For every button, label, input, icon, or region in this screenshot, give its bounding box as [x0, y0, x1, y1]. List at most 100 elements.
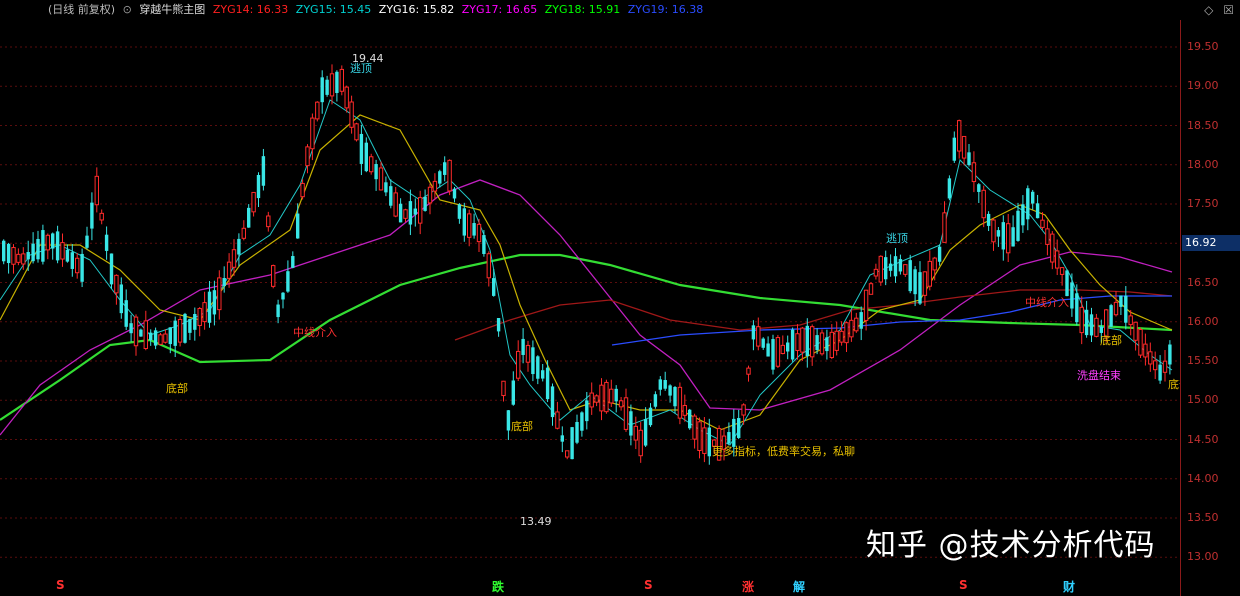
low-label: 13.49 [520, 515, 552, 528]
candle-body [629, 411, 633, 436]
candle-body [65, 249, 70, 262]
indicator-title[interactable]: 穿越牛熊主图 [139, 3, 205, 16]
candle-body [604, 381, 609, 413]
candle-body [565, 450, 570, 458]
candle-body [829, 331, 834, 358]
candle-body [815, 335, 819, 351]
candle-body [237, 238, 241, 255]
current-price-badge: 16.92 [1182, 235, 1240, 251]
diamond-icon[interactable]: ◇ [1204, 3, 1213, 17]
candle-body [927, 260, 932, 287]
candle-body [633, 425, 638, 441]
candle-body [761, 338, 765, 348]
bottom-label: 底部 [511, 419, 533, 433]
candle-body [207, 291, 212, 323]
candle-body [810, 326, 815, 358]
candle-body [786, 342, 790, 352]
candle-body [521, 338, 525, 355]
candle-body [727, 432, 731, 444]
candle-body [751, 325, 756, 340]
candle-body [413, 208, 417, 215]
candle-body [462, 208, 466, 236]
candle-body [1109, 305, 1113, 327]
candle-body [942, 212, 947, 243]
signal-marker: 涨 [742, 580, 755, 594]
candle-body [1099, 326, 1103, 333]
candle-body [423, 196, 427, 211]
candle-body [1031, 191, 1035, 204]
candle-body [844, 322, 849, 344]
candle-body [1021, 204, 1025, 226]
candle-body [800, 327, 805, 353]
candle-body [501, 380, 506, 397]
candle-body [188, 318, 192, 333]
candle-body [506, 410, 511, 431]
candle-body [825, 337, 829, 352]
candle-body [732, 418, 736, 447]
candle-body [11, 247, 16, 265]
candle-body [986, 213, 991, 226]
candle-body [335, 71, 339, 94]
price-tick-label: 17.50 [1187, 197, 1219, 210]
candle-body [677, 386, 683, 419]
candle-body [1070, 282, 1074, 309]
candle-body [888, 263, 893, 271]
candle-body [618, 400, 624, 408]
zyg19-readout: ZYG19: 16.38 [627, 3, 704, 16]
candle-body [1035, 203, 1040, 219]
price-tick-label: 14.00 [1187, 471, 1219, 485]
candle-body [668, 385, 672, 396]
candle-body [364, 142, 368, 172]
candle-body [104, 234, 109, 251]
candle-body [60, 242, 65, 260]
candle-body [418, 197, 423, 224]
candle-body [1128, 315, 1133, 326]
candle-body [26, 252, 30, 260]
signal-marker: S [56, 578, 65, 592]
candle-body [898, 259, 903, 272]
candle-body [55, 231, 60, 261]
candle-body [271, 265, 276, 287]
candle-body [281, 292, 285, 300]
indicator-dropdown-icon[interactable]: ⊙ [123, 3, 132, 16]
candle-body [688, 409, 692, 429]
candle-body [737, 418, 741, 438]
candle-body [682, 405, 687, 416]
candle-body [403, 209, 408, 219]
price-axis: 19.5019.0018.5018.0017.5017.0016.5016.00… [1180, 20, 1240, 596]
candle-body [1158, 364, 1162, 381]
close-icon[interactable]: ☒ [1223, 3, 1234, 17]
zyg17-readout: ZYG17: 16.65 [461, 3, 538, 16]
candle-body [741, 404, 746, 416]
candle-body [168, 327, 172, 345]
candle-body [585, 400, 589, 422]
candle-body [6, 243, 11, 264]
candle-body [408, 201, 413, 225]
candle-body [339, 68, 345, 92]
candle-body [1001, 222, 1005, 250]
candle-body [1119, 295, 1123, 307]
candle-body [452, 188, 457, 199]
candle-body [839, 330, 844, 343]
candle-body [771, 339, 775, 370]
candle-body [1094, 317, 1099, 337]
candle-body [1079, 306, 1084, 334]
candle-body [555, 411, 560, 429]
candle-body [90, 202, 94, 229]
signal-marker: 解 [793, 580, 806, 594]
candle-body [133, 316, 139, 347]
candle-body [398, 203, 403, 223]
candle-body [1148, 351, 1153, 365]
candle-body [545, 367, 550, 400]
candlestick-chart[interactable]: 19.44 13.49 逃顶 逃顶 底部 底部 底部 底部 中线介入 中线介入 … [0, 20, 1180, 570]
candle-body [45, 234, 50, 251]
candle-body [261, 156, 266, 186]
candle-body [472, 223, 476, 236]
signal-marker: S [644, 578, 653, 592]
candle-body [173, 320, 177, 346]
candle-body [163, 333, 168, 343]
candle-body [329, 73, 335, 97]
period-button[interactable]: (日线 前复权) [48, 3, 115, 16]
candle-body [1065, 270, 1069, 297]
candle-body [1075, 293, 1079, 323]
